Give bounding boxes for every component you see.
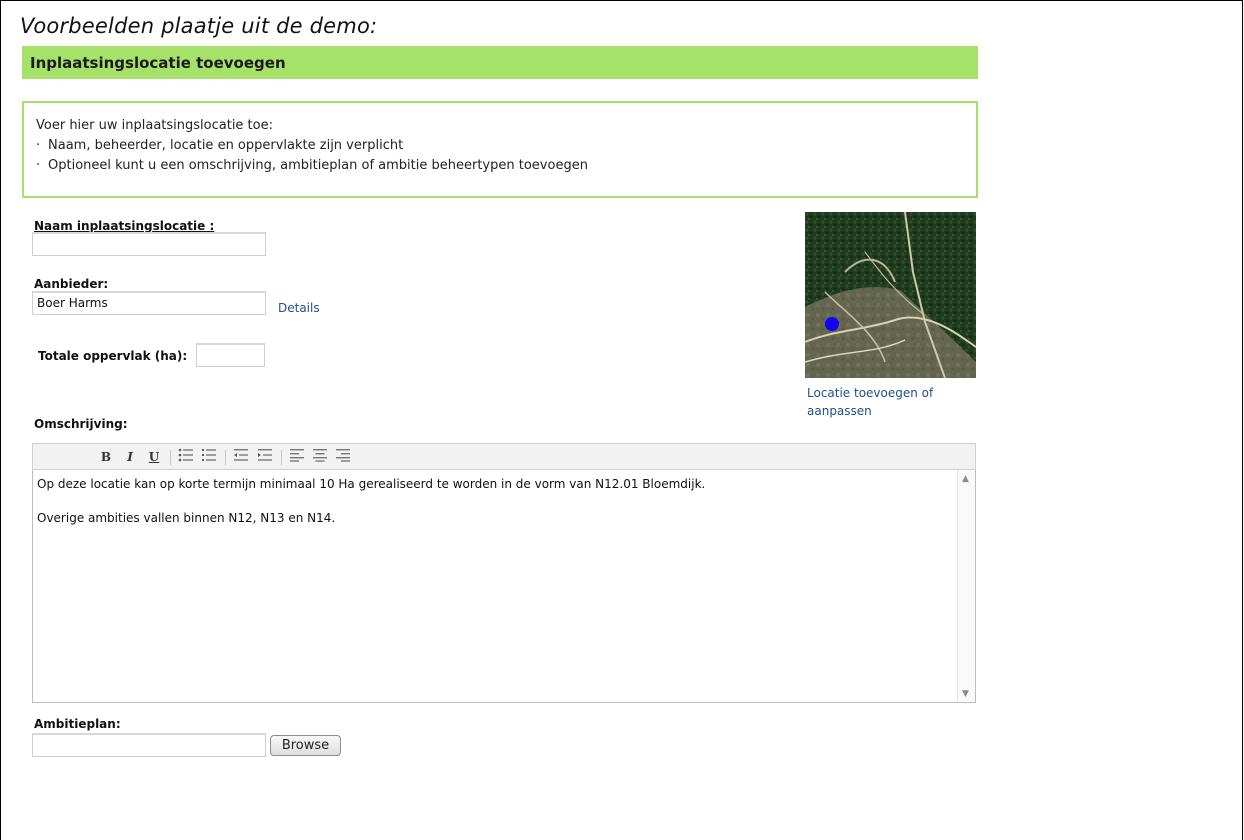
bullet-icon: · — [36, 138, 41, 153]
area-label: Totale oppervlak (ha): — [38, 349, 188, 363]
area-input[interactable] — [196, 343, 265, 367]
editor-toolbar: B I U — [32, 443, 976, 470]
align-center-button[interactable] — [312, 448, 328, 466]
info-bullet-optional: · Optioneel kunt u een omschrijving, ambi… — [36, 158, 588, 173]
info-bullet-text: Naam, beheerder, locatie en oppervlakte … — [48, 138, 404, 153]
description-paragraph: Overige ambities vallen binnen N12, N13 … — [37, 511, 336, 525]
map-image — [805, 212, 976, 378]
scroll-down-icon[interactable]: ▼ — [962, 689, 969, 699]
numbered-list-button[interactable] — [201, 448, 217, 466]
bullet-list-button[interactable] — [178, 448, 194, 466]
align-left-button[interactable] — [289, 448, 305, 466]
info-intro: Voer hier uw inplaatsingslocatie toe: — [36, 118, 273, 133]
details-link[interactable]: Details — [278, 301, 320, 315]
ambition-file-input[interactable] — [32, 733, 266, 757]
ambition-label: Ambitieplan: — [34, 717, 121, 731]
align-left-icon — [290, 449, 304, 462]
outdent-icon — [234, 449, 248, 461]
provider-input[interactable]: Boer Harms — [32, 291, 266, 315]
provider-label: Aanbieder: — [34, 277, 109, 291]
indent-button[interactable] — [257, 448, 273, 466]
align-right-button[interactable] — [335, 448, 351, 466]
description-paragraph: Op deze locatie kan op korte termijn min… — [37, 477, 706, 491]
scroll-up-icon[interactable]: ▲ — [962, 474, 969, 484]
location-map[interactable] — [805, 212, 976, 378]
description-label: Omschrijving: — [34, 417, 128, 431]
info-box: Voer hier uw inplaatsingslocatie toe: · N… — [22, 101, 978, 198]
align-right-icon — [336, 449, 350, 462]
align-center-icon — [313, 449, 327, 462]
toolbar-separator — [225, 450, 226, 465]
location-edit-link[interactable]: Locatie toevoegen of aanpassen — [807, 384, 967, 420]
bullet-icon: · — [36, 158, 41, 173]
browse-button[interactable]: Browse — [270, 735, 341, 756]
name-label: Naam inplaatsingslocatie : — [34, 219, 215, 233]
numbered-list-icon — [202, 449, 216, 461]
italic-button[interactable]: I — [123, 448, 137, 466]
toolbar-separator — [281, 450, 282, 465]
editor-scrollbar[interactable]: ▲ ▼ — [957, 470, 975, 702]
bullet-list-icon — [178, 448, 193, 462]
location-marker[interactable] — [825, 317, 839, 331]
outdent-button[interactable] — [233, 448, 249, 466]
toolbar-separator — [170, 450, 171, 465]
indent-icon — [258, 449, 272, 461]
description-content[interactable]: Op deze locatie kan op korte termijn min… — [37, 476, 951, 544]
page-caption: Voorbeelden plaatje uit de demo: — [20, 14, 378, 38]
description-editor[interactable]: Op deze locatie kan op korte termijn min… — [32, 470, 976, 703]
info-bullet-required: · Naam, beheerder, locatie en oppervlakte… — [36, 138, 403, 153]
bold-button[interactable]: B — [99, 448, 113, 466]
name-input[interactable] — [32, 232, 266, 256]
info-bullet-text: Optioneel kunt u een omschrijving, ambit… — [48, 158, 588, 173]
page-title: Inplaatsingslocatie toevoegen — [30, 54, 286, 72]
underline-button[interactable]: U — [147, 448, 161, 466]
